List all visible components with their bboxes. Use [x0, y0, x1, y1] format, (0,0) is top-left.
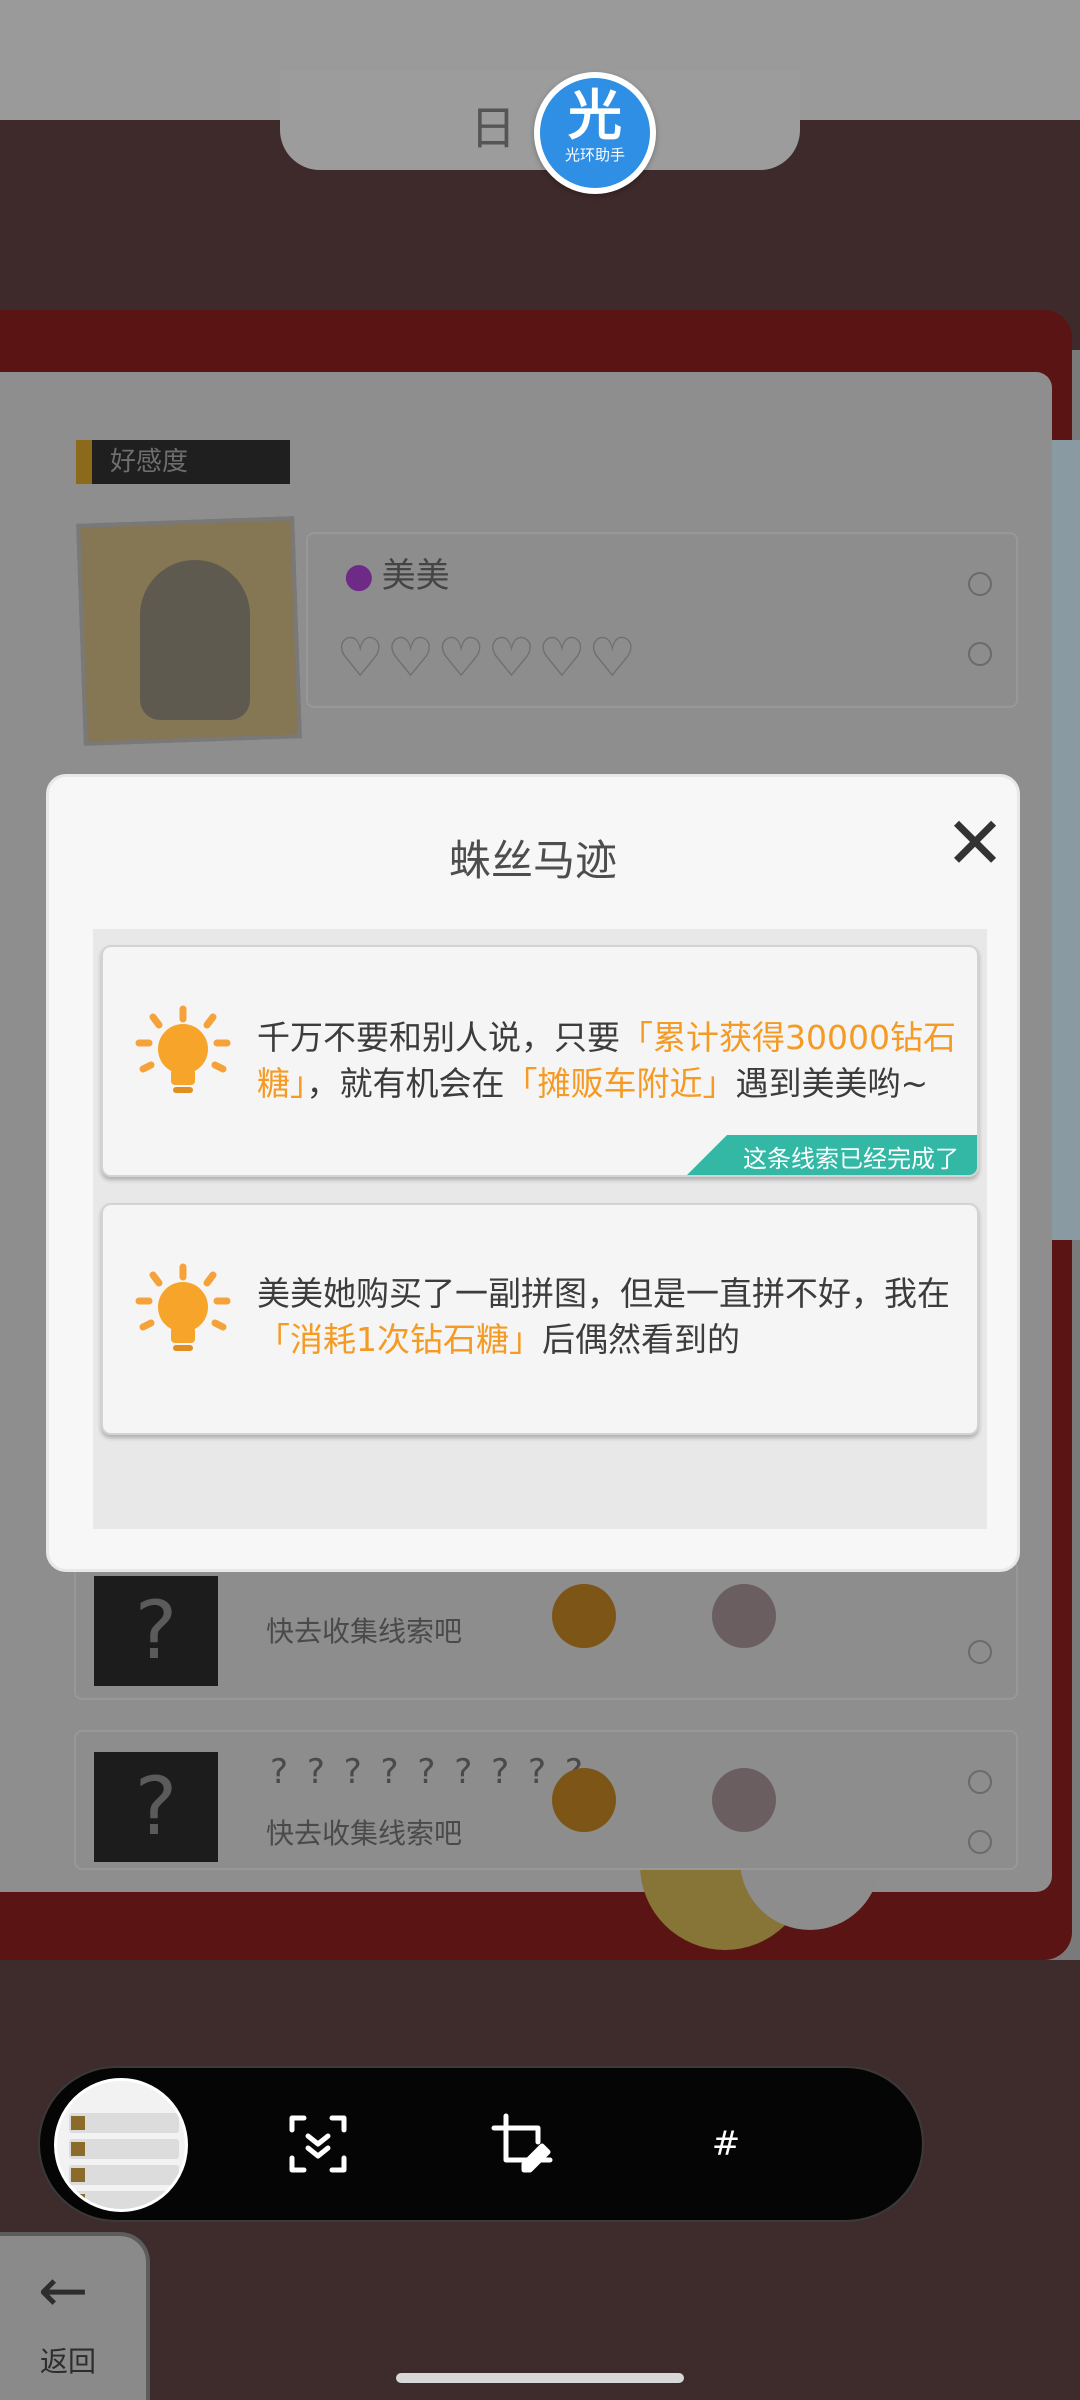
thumbnail-row	[69, 2165, 179, 2185]
thumbnail-row	[69, 2139, 179, 2159]
bulb-icon	[712, 1584, 776, 1648]
crop-edit-icon[interactable]	[490, 2112, 554, 2176]
radio-icon	[968, 642, 992, 666]
screenshot-toolbar: #	[38, 2066, 924, 2222]
status-badge: 这条线索已经完成了	[687, 1135, 977, 1175]
thumbnail-row	[69, 2191, 179, 2209]
helper-floating-logo[interactable]: 光 光环助手	[534, 72, 656, 194]
clue-card: 美美她购买了一副拼图，但是一直拼不好，我在「消耗1次钻石糖」后偶然看到的	[101, 1203, 979, 1435]
background-side-strip	[1052, 440, 1080, 1240]
lightbulb-icon	[135, 1263, 231, 1351]
home-indicator[interactable]	[396, 2373, 684, 2383]
radio-icon	[968, 1770, 992, 1794]
unknown-subtitle: 快去收集线索吧	[266, 1817, 463, 1850]
bulb-icon	[552, 1768, 616, 1832]
lightbulb-icon	[135, 1005, 231, 1093]
background-tab-title: 日	[470, 101, 516, 155]
screenshot-thumbnail[interactable]	[54, 2078, 188, 2212]
bulb-icon	[712, 1768, 776, 1832]
location-pin-icon: ●	[344, 556, 374, 596]
unknown-avatar: ?	[94, 1752, 218, 1862]
helper-logo-caption: 光环助手	[564, 146, 625, 164]
close-icon[interactable]: ✕	[937, 805, 1013, 881]
radio-icon	[968, 1640, 992, 1664]
clue-text: 美美她购买了一副拼图，但是一直拼不好，我在「消耗1次钻石糖」后偶然看到的	[257, 1274, 950, 1359]
character-name: ● 美美	[344, 556, 450, 596]
radio-icon	[968, 1830, 992, 1854]
clue-list[interactable]: 千万不要和别人说，只要「累计获得30000钻石糖」，就有机会在「摊贩车附近」遇到…	[93, 929, 987, 1529]
radio-icon	[968, 572, 992, 596]
back-arrow-icon: ←	[38, 2256, 89, 2326]
affection-hearts: ♡♡♡♡♡♡	[336, 626, 639, 689]
dialog-title: 蛛丝马迹	[448, 836, 617, 885]
tag-button[interactable]: #	[694, 2112, 758, 2176]
helper-logo-char: 光	[568, 84, 622, 147]
bulb-icon	[552, 1584, 616, 1648]
clue-dialog: 蛛丝马迹 ✕ 千万不要和别人说，只要「累计获得30000钻石糖」，就有机会在「摊…	[46, 774, 1020, 1572]
thumbnail-row	[69, 2113, 179, 2133]
scroll-capture-icon[interactable]	[286, 2112, 350, 2176]
unknown-title: ? ? ? ? ? ? ? ? ?	[270, 1752, 587, 1792]
back-label: 返回	[40, 2345, 97, 2378]
clue-card: 千万不要和别人说，只要「累计获得30000钻石糖」，就有机会在「摊贩车附近」遇到…	[101, 945, 979, 1177]
unknown-avatar: ?	[94, 1576, 218, 1686]
unknown-subtitle: 快去收集线索吧	[266, 1615, 463, 1648]
section-label: 好感度	[76, 440, 290, 484]
character-silhouette	[140, 560, 250, 720]
clue-text: 千万不要和别人说，只要「累计获得30000钻石糖」，就有机会在「摊贩车附近」遇到…	[257, 1018, 956, 1103]
